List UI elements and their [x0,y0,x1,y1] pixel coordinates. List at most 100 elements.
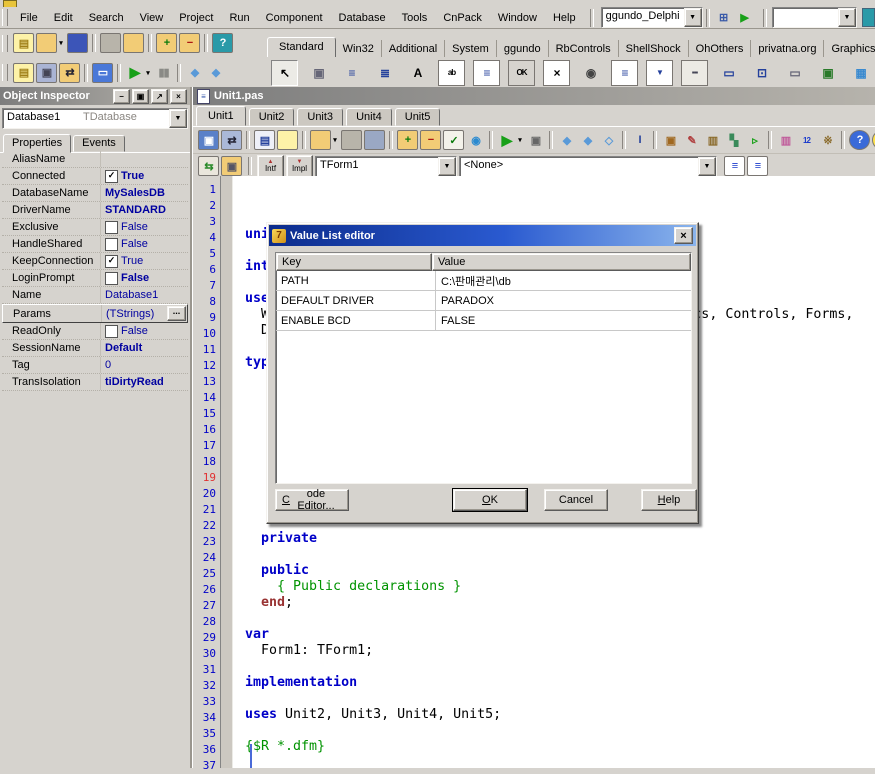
save-file-icon[interactable] [67,33,88,53]
undock-button[interactable]: ↗ [151,89,168,104]
checkbox-icon[interactable] [105,238,118,251]
combobox-icon[interactable]: ▼ [646,60,673,86]
property-row-params[interactable]: Params(TStrings)... [2,304,188,323]
run-parameters-icon[interactable]: ▹ [745,131,764,149]
swap-windows-icon[interactable]: ▣ [221,156,242,176]
palette-tab-graphics32[interactable]: Graphics32 [824,40,875,57]
set-debug-desktop-icon[interactable]: ▶ [735,9,754,27]
palette-tab-privatna.org[interactable]: privatna.org [751,40,824,57]
palette-tab-standard[interactable]: Standard [267,37,336,57]
value-column-header[interactable]: Value [432,253,691,271]
image-icon[interactable]: ▦ [848,61,873,85]
toggle-bookmark-icon[interactable]: I [630,131,649,149]
run-to-cursor-icon[interactable]: ◇ [599,131,618,149]
menu-component[interactable]: Component [258,9,331,27]
trace-into-icon[interactable]: ◆ [557,131,576,149]
button-icon[interactable]: OK [508,60,535,86]
object-inspector-titlebar[interactable]: Object Inspector −▣↗× [0,87,190,105]
key-cell[interactable]: DEFAULT DRIVER [276,291,436,310]
class-combobox-dropdown[interactable]: ▼ [438,157,456,176]
help-button[interactable]: Help [641,489,697,511]
desktop-combobox-dropdown[interactable]: ▼ [684,8,702,27]
view-source-icon[interactable]: ▣ [36,63,57,83]
value-list-row[interactable]: DEFAULT DRIVERPARADOX [276,291,691,311]
run-icon[interactable]: ▶ [497,131,516,149]
palette-tab-win32[interactable]: Win32 [336,40,382,57]
help-icon[interactable]: ? [849,130,870,150]
editor-tab-unit2[interactable]: Unit2 [249,108,295,126]
format-code-icon[interactable]: 12 [797,131,816,149]
run-dropdown[interactable]: ▾ [516,131,524,149]
view-form-icon[interactable]: ▭ [92,63,113,83]
property-row-keepconnection[interactable]: KeepConnection✓True [2,253,188,270]
menu-edit[interactable]: Edit [46,9,81,27]
memo-icon[interactable]: ≡ [473,60,500,86]
property-row-handleshared[interactable]: HandleSharedFalse [2,236,188,253]
property-row-exclusive[interactable]: ExclusiveFalse [2,219,188,236]
object-selector-combobox[interactable]: Database1 TDatabase ▼ [2,108,188,129]
file-toolbar-grip[interactable] [2,35,8,52]
property-row-aliasname[interactable]: AliasName [2,151,188,168]
palette-tab-ohothers[interactable]: OhOthers [689,40,752,57]
palette-tab-shellshock[interactable]: ShellShock [619,40,689,57]
palette-tab-rbcontrols[interactable]: RbControls [549,40,619,57]
palette-tab-system[interactable]: System [445,40,497,57]
interface-section-button[interactable]: ▲ Intf [257,155,284,178]
property-row-sessionname[interactable]: SessionNameDefault [2,340,188,357]
property-row-drivername[interactable]: DriverNameSTANDARD [2,202,188,219]
project-manager-icon[interactable]: ▚ [724,131,743,149]
key-column-header[interactable]: Key [276,253,432,271]
layout-combobox-dropdown[interactable]: ▼ [838,8,856,27]
dialog-titlebar[interactable]: 7 Value List editor × [269,225,696,246]
mainmenu-icon[interactable]: ≡ [339,61,364,85]
popupmenu-icon[interactable]: ≣ [372,61,397,85]
pause-icon[interactable]: ▮▮ [154,64,173,82]
minimize-button[interactable]: − [113,89,130,104]
class-combobox[interactable]: TForm1 ▼ [315,156,457,177]
remove-file-from-project-icon[interactable]: − [179,33,200,53]
scrollbar-icon[interactable]: ▪▪▪ [681,60,708,86]
menu-file[interactable]: File [12,9,46,27]
property-value[interactable]: False [101,325,188,338]
ok-button[interactable]: OK [453,489,527,511]
member-combobox-dropdown[interactable]: ▼ [698,157,716,176]
configure-tools-icon[interactable]: ※ [818,131,837,149]
menu-tools[interactable]: Tools [394,9,436,27]
open-file-icon[interactable] [310,130,331,150]
panel-icon[interactable]: ▭ [782,61,807,85]
property-value[interactable]: Default [101,342,188,354]
sync-edit-icon[interactable]: ⇆ [198,156,219,176]
property-value[interactable]: tiDirtyRead [101,376,188,388]
value-cell[interactable]: PARADOX [436,291,499,310]
open-file-icon[interactable] [36,33,57,53]
value-cell[interactable]: C:\판매관리\db [436,271,516,290]
dialog-close-button[interactable]: × [674,227,693,244]
editor-tab-unit5[interactable]: Unit5 [395,108,441,126]
run-toolbar-grip[interactable] [2,64,8,81]
listbox-icon[interactable]: ≡ [611,60,638,86]
implementation-section-button[interactable]: ▼ Impl [286,155,313,178]
line-number-gutter[interactable]: 1234567891011121314151617181920212223242… [193,176,221,768]
restore-button[interactable]: ▣ [132,89,149,104]
menu-cnpack[interactable]: CnPack [435,9,490,27]
label-icon[interactable]: A [405,61,430,85]
menu-view[interactable]: View [132,9,172,27]
radiogroup-icon[interactable]: ⊡ [749,61,774,85]
remove-file-from-project-icon[interactable]: − [420,130,441,150]
save-file-icon[interactable] [341,130,362,150]
new-form-icon[interactable]: ▤ [13,63,34,83]
new-unit-icon[interactable] [277,130,298,150]
toggle-form-unit-icon[interactable]: ⇄ [59,63,80,83]
menu-database[interactable]: Database [331,9,394,27]
frames-icon[interactable]: ▣ [306,61,331,85]
editor-tab-unit1[interactable]: Unit1 [196,106,246,126]
property-row-loginprompt[interactable]: LoginPromptFalse [2,270,188,287]
palette-tab-additional[interactable]: Additional [382,40,445,57]
close-button[interactable]: × [170,89,187,104]
view-form-icon[interactable]: ▣ [198,130,219,150]
actionlist-icon[interactable]: ▣ [815,61,840,85]
compile-icon[interactable]: ◉ [466,131,485,149]
object-selector-dropdown[interactable]: ▼ [169,109,187,128]
step-over-icon[interactable]: ◆ [206,64,225,82]
property-row-databasename[interactable]: DatabaseNameMySalesDB [2,185,188,202]
